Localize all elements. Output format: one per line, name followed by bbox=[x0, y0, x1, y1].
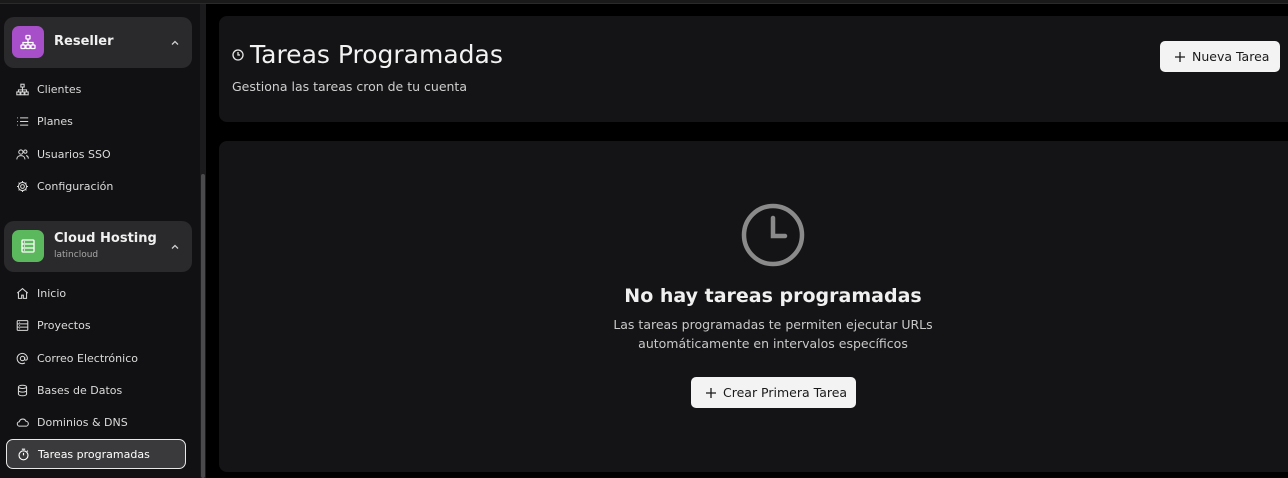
home-icon bbox=[15, 286, 29, 300]
server-icon bbox=[12, 230, 44, 262]
sidebar-item-label: Configuración bbox=[37, 179, 114, 193]
empty-state-description: Las tareas programadas te permiten ejecu… bbox=[219, 315, 1288, 353]
sidebar-item-correo[interactable]: Correo Electrónico bbox=[6, 343, 186, 373]
sidebar-item-label: Usuarios SSO bbox=[37, 147, 111, 161]
group-title-reseller: Reseller bbox=[54, 34, 114, 49]
database-icon bbox=[15, 383, 29, 397]
create-first-task-button[interactable]: Crear Primera Tarea bbox=[691, 377, 856, 408]
cloud-icon bbox=[15, 415, 29, 429]
list-icon bbox=[15, 114, 29, 128]
chevron-up-icon[interactable] bbox=[170, 38, 180, 48]
page-title: Tareas Programadas bbox=[250, 40, 503, 69]
new-task-label: Nueva Tarea bbox=[1192, 49, 1270, 64]
group-subtitle: latincloud bbox=[54, 250, 99, 260]
clock-icon bbox=[741, 203, 805, 267]
sidebar-item-label: Inicio bbox=[37, 286, 67, 300]
clock-icon bbox=[232, 49, 244, 61]
new-task-button[interactable]: Nueva Tarea bbox=[1160, 41, 1280, 72]
sidebar: Reseller Clientes Planes Usuarios SSO Co… bbox=[0, 4, 206, 478]
users-icon bbox=[15, 147, 29, 161]
sidebar-item-proyectos[interactable]: Proyectos bbox=[6, 310, 186, 340]
chevron-up-icon[interactable] bbox=[170, 242, 180, 252]
group-title-cloud-hosting: Cloud Hosting bbox=[54, 231, 157, 246]
empty-state-title: No hay tareas programadas bbox=[624, 285, 922, 307]
group-header-cloud-hosting[interactable]: Cloud Hosting latincloud bbox=[4, 221, 192, 272]
create-first-task-label: Crear Primera Tarea bbox=[723, 385, 848, 400]
page-header: Tareas Programadas Gestiona las tareas c… bbox=[219, 16, 1288, 122]
sidebar-item-dominios-dns[interactable]: Dominios & DNS bbox=[6, 407, 186, 437]
gear-icon bbox=[15, 179, 29, 193]
plus-icon bbox=[1174, 51, 1186, 63]
sidebar-item-inicio[interactable]: Inicio bbox=[6, 278, 186, 308]
group-header-reseller[interactable]: Reseller bbox=[4, 17, 192, 68]
sidebar-item-label: Dominios & DNS bbox=[37, 415, 128, 429]
sitemap-icon bbox=[15, 82, 29, 96]
sidebar-item-label: Clientes bbox=[37, 82, 82, 96]
sidebar-item-label: Correo Electrónico bbox=[37, 351, 138, 365]
sidebar-item-bases-de-datos[interactable]: Bases de Datos bbox=[6, 375, 186, 405]
at-icon bbox=[15, 351, 29, 365]
sidebar-item-label: Bases de Datos bbox=[37, 383, 123, 397]
sidebar-item-configuracion[interactable]: Configuración bbox=[6, 171, 186, 201]
sidebar-item-label: Proyectos bbox=[37, 318, 91, 332]
sidebar-item-planes[interactable]: Planes bbox=[6, 106, 186, 136]
plus-icon bbox=[705, 387, 717, 399]
sitemap-icon bbox=[12, 26, 44, 58]
stopwatch-icon bbox=[16, 447, 30, 461]
empty-state-description-line: Las tareas programadas te permiten ejecu… bbox=[613, 317, 933, 332]
sidebar-item-label: Tareas programadas bbox=[38, 447, 150, 461]
sidebar-scrollbar-thumb[interactable] bbox=[201, 174, 205, 478]
server-icon bbox=[15, 318, 29, 332]
tasks-panel: No hay tareas programadas Las tareas pro… bbox=[219, 141, 1288, 472]
sidebar-item-usuarios-sso[interactable]: Usuarios SSO bbox=[6, 139, 186, 169]
sidebar-item-label: Planes bbox=[37, 114, 73, 128]
sidebar-item-tareas-programadas[interactable]: Tareas programadas bbox=[6, 439, 186, 469]
empty-state-description-line: automáticamente en intervalos específico… bbox=[638, 336, 908, 351]
sidebar-item-clientes[interactable]: Clientes bbox=[6, 74, 186, 104]
page-subtitle: Gestiona las tareas cron de tu cuenta bbox=[232, 79, 467, 94]
